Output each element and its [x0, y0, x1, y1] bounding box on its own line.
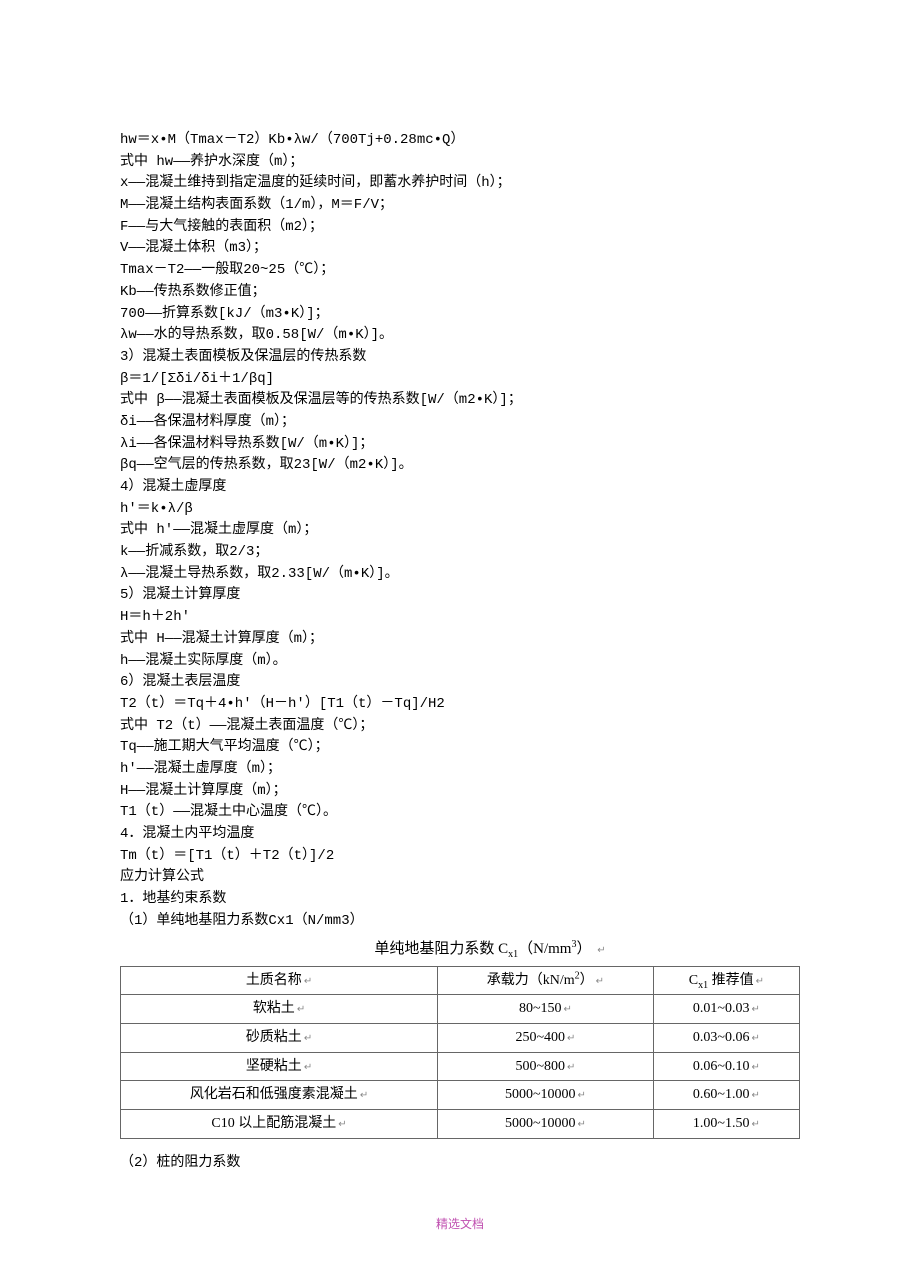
text-line: T2（t）＝Tq＋4•h'（H－h'）[T1（t）－Tq]/H2 [120, 694, 800, 716]
text-line: h'＝k•λ/β [120, 499, 800, 521]
text-line: λw——水的导热系数，取0.58[W/（m•K）]。 [120, 325, 800, 347]
text-line: 应力计算公式 [120, 867, 800, 889]
table-cell: 0.03~0.06↵ [653, 1024, 799, 1053]
title-sub: x1 [508, 949, 518, 960]
table-cell: 5000~10000↵ [438, 1081, 654, 1110]
text-line: 式中 H——混凝土计算厚度（m）； [120, 629, 800, 651]
table-cell: 坚硬粘土↵ [121, 1052, 438, 1081]
text-line: 700——折算系数[kJ/（m3•K）]； [120, 304, 800, 326]
title-unit: （N/mm [518, 941, 571, 957]
table-row: C10 以上配筋混凝土↵5000~10000↵1.00~1.50↵ [121, 1110, 800, 1139]
text-line: Tq——施工期大气平均温度（℃）； [120, 737, 800, 759]
text-line: 式中 h'——混凝土虚厚度（m）； [120, 520, 800, 542]
header-bearing: 承载力（kN/m2）↵ [438, 966, 654, 995]
return-icon: ↵ [595, 945, 605, 956]
table-cell: 500~800↵ [438, 1052, 654, 1081]
text-line: β＝1/[Σδi/δi＋1/βq] [120, 369, 800, 391]
text-line: 式中 hw——养护水深度（m）； [120, 152, 800, 174]
header-soil: 土质名称↵ [121, 966, 438, 995]
table-cell: 0.06~0.10↵ [653, 1052, 799, 1081]
text-line: H＝h＋2h' [120, 607, 800, 629]
text-line: 式中 T2（t）——混凝土表面温度（℃）； [120, 716, 800, 738]
text-line: T1（t）——混凝土中心温度（℃）。 [120, 802, 800, 824]
document-page: hw＝x•M（Tmax－T2）Kb•λw/（700Tj+0.28mc•Q）式中 … [0, 0, 920, 1273]
table-cell: 1.00~1.50↵ [653, 1110, 799, 1139]
table-cell: 风化岩石和低强度素混凝土↵ [121, 1081, 438, 1110]
text-line: H——混凝土计算厚度（m）； [120, 781, 800, 803]
table-row: 砂质粘土↵250~400↵0.03~0.06↵ [121, 1024, 800, 1053]
text-line: λ——混凝土导热系数，取2.33[W/（m•K）]。 [120, 564, 800, 586]
text-line: x——混凝土维持到指定温度的延续时间，即蓄水养护时间（h）； [120, 173, 800, 195]
table-cell: 软粘土↵ [121, 995, 438, 1024]
table-cell: 0.60~1.00↵ [653, 1081, 799, 1110]
text-line: 式中 β——混凝土表面模板及保温层等的传热系数[W/（m2•K）]； [120, 390, 800, 412]
text-line: 4．混凝土内平均温度 [120, 824, 800, 846]
text-line: 3）混凝土表面模板及保温层的传热系数 [120, 347, 800, 369]
table-header-row: 土质名称↵ 承载力（kN/m2）↵ Cx1 推荐值↵ [121, 966, 800, 995]
table-cell: 0.01~0.03↵ [653, 995, 799, 1024]
text-line: Tmax－T2——一般取20~25（℃）； [120, 260, 800, 282]
text-line: F——与大气接触的表面积（m2）； [120, 217, 800, 239]
text-line: Kb——传热系数修正值； [120, 282, 800, 304]
table-cell: C10 以上配筋混凝土↵ [121, 1110, 438, 1139]
text-line: 4）混凝土虚厚度 [120, 477, 800, 499]
table-cell: 5000~10000↵ [438, 1110, 654, 1139]
table-row: 坚硬粘土↵500~800↵0.06~0.10↵ [121, 1052, 800, 1081]
text-line: V——混凝土体积（m3）； [120, 238, 800, 260]
formula-text-block: hw＝x•M（Tmax－T2）Kb•λw/（700Tj+0.28mc•Q）式中 … [120, 130, 800, 932]
table-row: 软粘土↵80~150↵0.01~0.03↵ [121, 995, 800, 1024]
table-cell: 250~400↵ [438, 1024, 654, 1053]
text-line: M——混凝土结构表面系数（1/m），M＝F/V； [120, 195, 800, 217]
after-table-text: （2）桩的阻力系数 [120, 1153, 800, 1175]
page-footer: 精选文档 [120, 1215, 800, 1234]
table-cell: 砂质粘土↵ [121, 1024, 438, 1053]
title-text: 单纯地基阻力系数 C [374, 941, 508, 957]
text-line: δi——各保温材料厚度（m）； [120, 412, 800, 434]
text-line: 5）混凝土计算厚度 [120, 585, 800, 607]
table-row: 风化岩石和低强度素混凝土↵5000~10000↵0.60~1.00↵ [121, 1081, 800, 1110]
table-title: 单纯地基阻力系数 Cx1（N/mm3） ↵ [120, 938, 800, 961]
text-line: 6）混凝土表层温度 [120, 672, 800, 694]
text-line: Tm（t）＝[T1（t）＋T2（t）]/2 [120, 846, 800, 868]
text-line: λi——各保温材料导热系数[W/（m•K）]； [120, 434, 800, 456]
text-line: k——折减系数，取2/3； [120, 542, 800, 564]
title-close: ） [576, 941, 591, 957]
header-cx1: Cx1 推荐值↵ [653, 966, 799, 995]
table-cell: 80~150↵ [438, 995, 654, 1024]
text-line: h——混凝土实际厚度（m）。 [120, 651, 800, 673]
text-line: h'——混凝土虚厚度（m）； [120, 759, 800, 781]
text-line: hw＝x•M（Tmax－T2）Kb•λw/（700Tj+0.28mc•Q） [120, 130, 800, 152]
text-line: βq——空气层的传热系数，取23[W/（m2•K）]。 [120, 455, 800, 477]
coefficient-table: 土质名称↵ 承载力（kN/m2）↵ Cx1 推荐值↵ 软粘土↵80~150↵0.… [120, 966, 800, 1139]
text-line: （1）单纯地基阻力系数Cx1（N/mm3） [120, 911, 800, 933]
text-line: 1．地基约束系数 [120, 889, 800, 911]
